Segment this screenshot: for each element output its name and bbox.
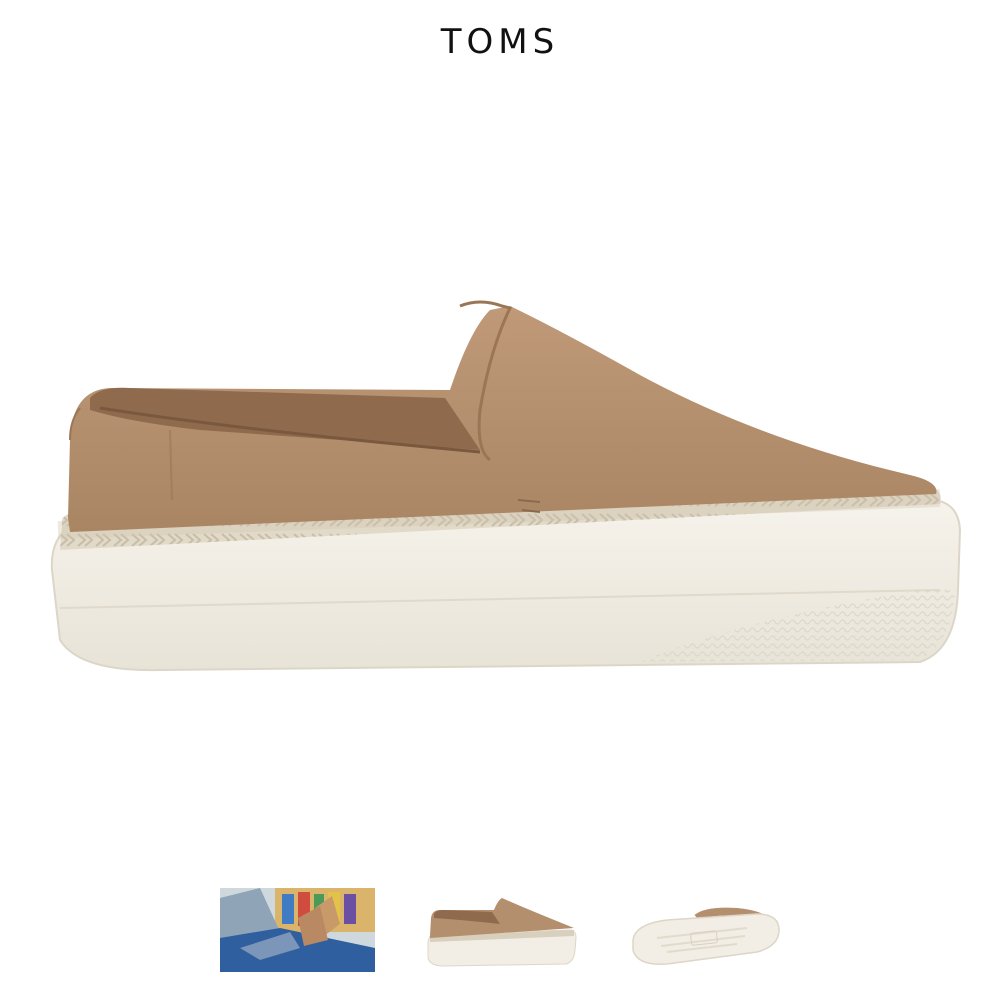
- product-main-image[interactable]: [40, 290, 970, 690]
- sole-view-thumbnail-icon: [632, 907, 780, 965]
- thumbnail-sole-view[interactable]: [627, 888, 782, 972]
- thumbnail-lifestyle[interactable]: [220, 888, 375, 972]
- side-view-thumbnail-icon: [427, 898, 577, 967]
- lifestyle-car-thumbnail-icon: [220, 888, 375, 972]
- thumbnail-side-view[interactable]: [424, 888, 579, 972]
- brand-logo[interactable]: TOMS: [0, 22, 1000, 62]
- thumbnail-strip: [0, 888, 1000, 1000]
